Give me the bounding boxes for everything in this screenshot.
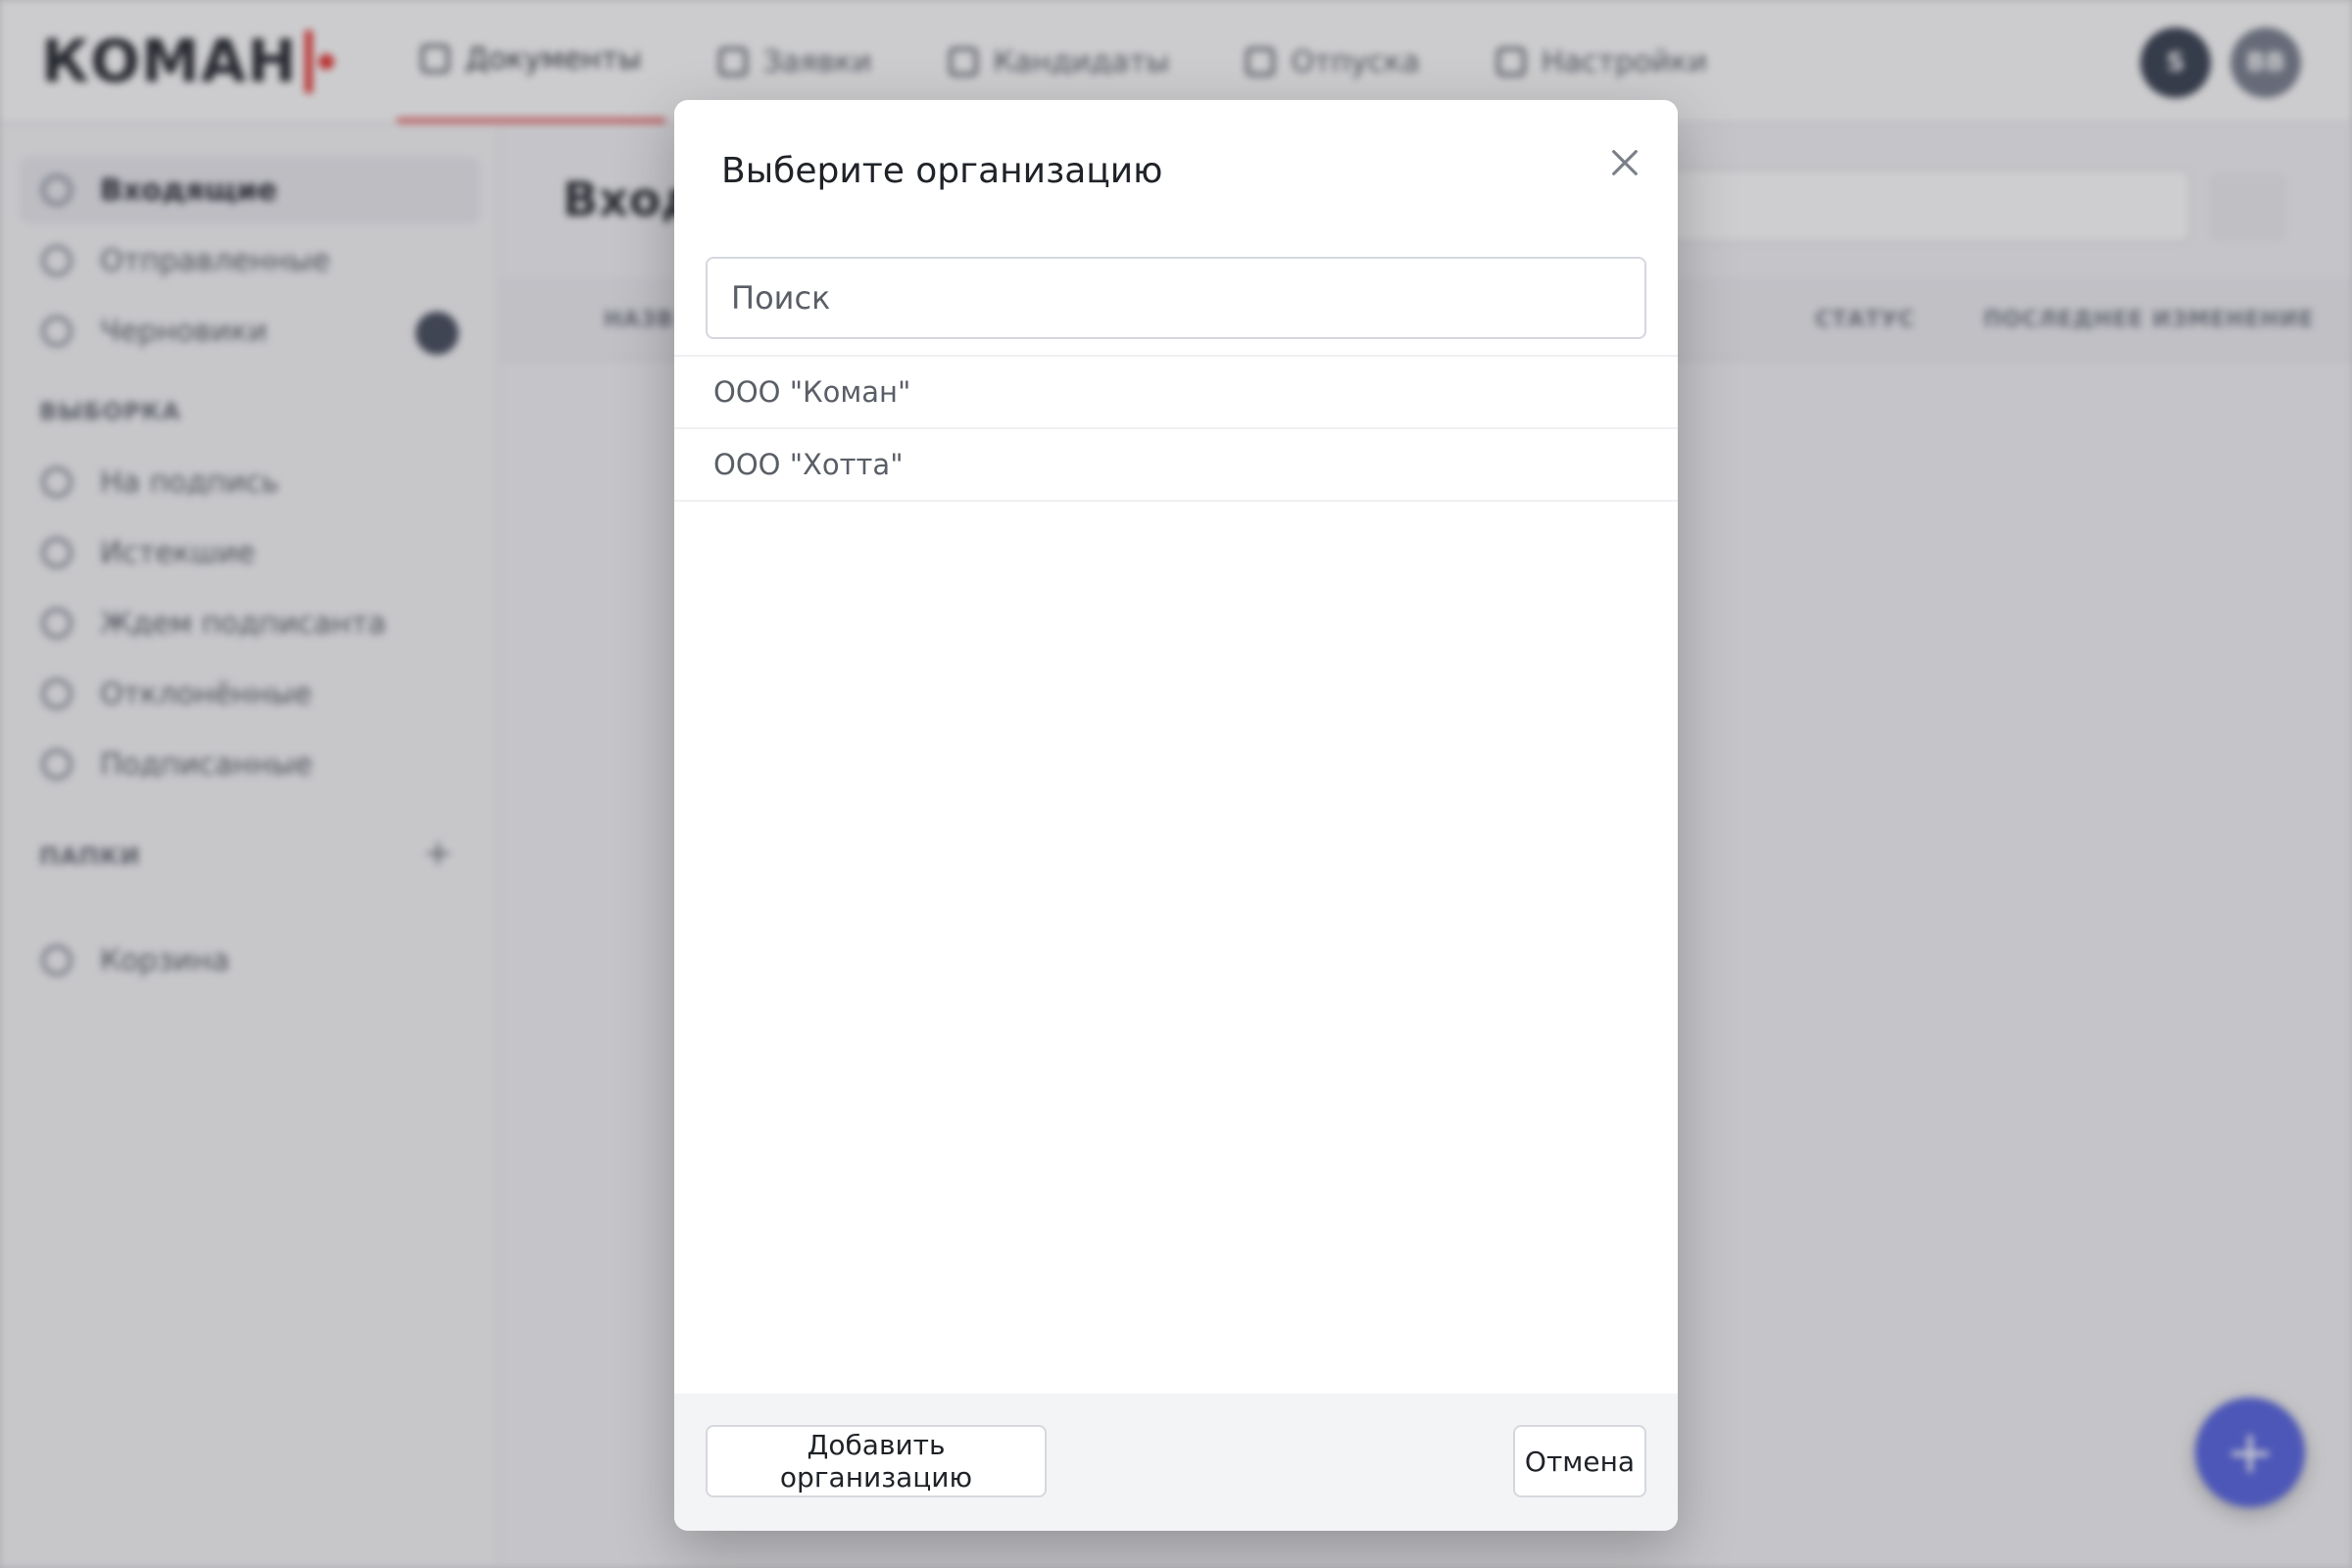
dialog-title: Выберите организацию [721,151,1163,191]
close-icon [1612,150,1638,175]
dialog-footer: Добавить организацию Отмена [674,1394,1678,1531]
list-item-organization[interactable]: ООО "Коман" [674,357,1678,429]
close-button[interactable] [1603,141,1646,184]
organization-list: ООО "Коман" ООО "Хотта" [674,355,1678,502]
select-organization-dialog: Выберите организацию ООО "Коман" ООО "Хо… [674,100,1678,1531]
organization-search-input[interactable] [706,257,1646,339]
list-item-organization[interactable]: ООО "Хотта" [674,429,1678,502]
cancel-button[interactable]: Отмена [1513,1425,1646,1497]
add-organization-button[interactable]: Добавить организацию [706,1425,1047,1497]
